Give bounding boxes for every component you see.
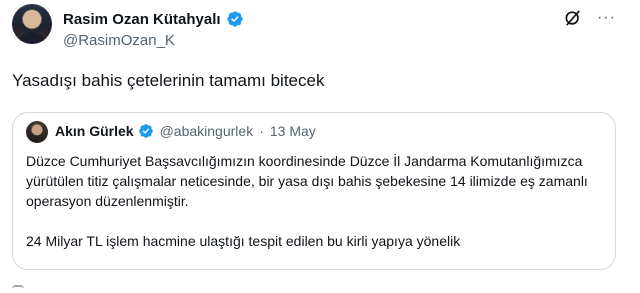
verified-badge-icon (138, 124, 153, 138)
quoted-author-name[interactable]: Akın Gürlek (55, 123, 134, 139)
tweet-text: Yasadışı bahis çetelerinin tamamı bitece… (12, 71, 325, 90)
quoted-tweet-card[interactable]: Akın Gürlek @abakingurlek · 13 May Düzce… (12, 112, 616, 270)
tweet-top-actions: ··· (563, 8, 616, 28)
quoted-tweet-paragraph: 24 Milyar TL işlem hacmine ulaştığı tesp… (26, 233, 461, 249)
more-options-icon[interactable]: ··· (597, 8, 616, 28)
avatar-figure (18, 32, 46, 44)
next-section-edge (12, 285, 24, 293)
grok-icon[interactable] (563, 8, 583, 28)
quoted-author-handle[interactable]: @abakingurlek (160, 123, 254, 139)
quoted-tweet-paragraph: Düzce Cumhuriyet Başsavcılığımızın koord… (26, 153, 588, 209)
quoted-tweet-body: Düzce Cumhuriyet Başsavcılığımızın koord… (26, 151, 606, 251)
meta-separator: · (259, 123, 264, 139)
quoted-author-avatar[interactable] (26, 121, 48, 143)
author-handle[interactable]: @RasimOzan_K (63, 32, 175, 49)
author-name[interactable]: Rasim Ozan Kütahyalı (63, 11, 221, 28)
author-name-row[interactable]: Rasim Ozan Kütahyalı (63, 10, 244, 28)
quoted-tweet-date[interactable]: 13 May (270, 123, 316, 139)
verified-badge-icon (226, 11, 243, 27)
author-avatar[interactable] (12, 4, 52, 44)
quoted-tweet-header: Akın Gürlek @abakingurlek · 13 May (55, 123, 316, 139)
